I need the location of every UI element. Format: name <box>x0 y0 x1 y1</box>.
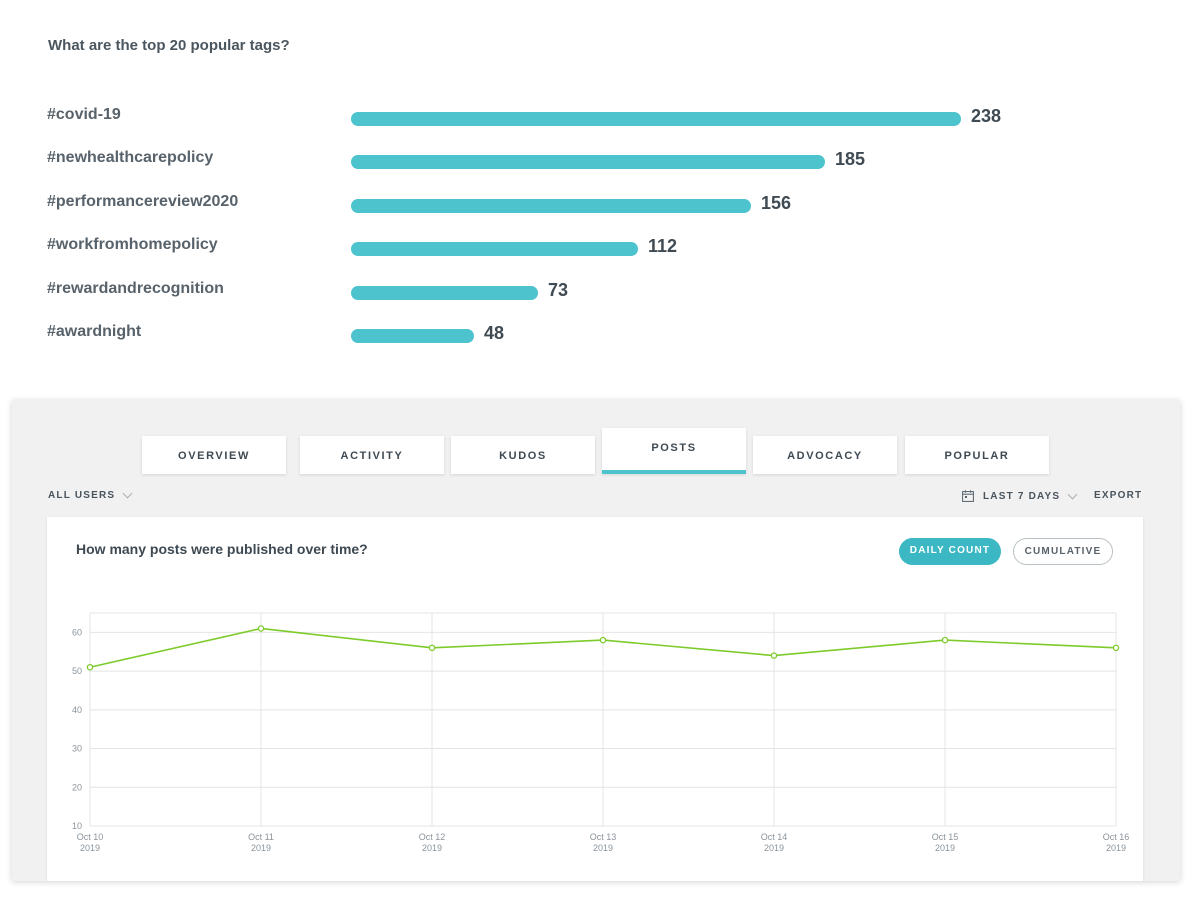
tag-value: 185 <box>835 149 866 169</box>
users-filter-dropdown[interactable]: ALL USERS <box>48 488 133 501</box>
tab-activity[interactable]: ACTIVITY <box>300 436 444 474</box>
y-tick-label: 60 <box>72 627 82 637</box>
posts-chart-card: How many posts were published over time?… <box>47 517 1143 881</box>
x-tick-label: Oct 14 <box>761 832 788 842</box>
tag-row: #performancereview2020 156 <box>0 193 1202 223</box>
analytics-panel: OVERVIEW ACTIVITY KUDOS POSTS ADVOCACY P… <box>12 400 1180 881</box>
tag-value: 73 <box>548 280 569 300</box>
y-tick-label: 10 <box>72 821 82 831</box>
tag-bar <box>351 199 751 213</box>
chevron-down-icon <box>122 488 133 499</box>
export-button[interactable]: EXPORT <box>1094 490 1142 501</box>
tag-label: #newhealthcarepolicy <box>47 149 214 166</box>
tag-row: #awardnight 48 <box>0 323 1202 353</box>
tag-label: #rewardandrecognition <box>47 280 224 297</box>
x-tick-year-label: 2019 <box>935 843 955 853</box>
data-point <box>770 652 778 659</box>
y-tick-label: 20 <box>72 782 82 792</box>
x-tick-year-label: 2019 <box>80 843 100 853</box>
tag-label: #awardnight <box>47 323 142 340</box>
tab-kudos[interactable]: KUDOS <box>451 436 595 474</box>
tag-bar <box>351 112 961 126</box>
x-tick-label: Oct 10 <box>77 832 104 842</box>
date-range-label: LAST 7 DAYS <box>983 490 1061 502</box>
x-tick-label: Oct 15 <box>932 832 959 842</box>
data-point <box>257 625 265 632</box>
tag-bar <box>351 329 474 343</box>
data-point <box>599 636 607 644</box>
x-tick-label: Oct 16 <box>1103 832 1130 842</box>
tab-posts[interactable]: POSTS <box>602 428 746 474</box>
popular-tags-section: What are the top 20 popular tags? #covid… <box>0 0 1202 380</box>
calendar-icon <box>962 490 974 502</box>
tab-advocacy[interactable]: ADVOCACY <box>753 436 897 474</box>
data-point <box>428 644 436 652</box>
x-tick-year-label: 2019 <box>422 843 442 853</box>
x-tick-year-label: 2019 <box>1106 843 1126 853</box>
tag-bar <box>351 242 638 256</box>
tag-bar <box>351 286 538 300</box>
y-tick-label: 40 <box>72 705 82 715</box>
tag-value: 238 <box>971 106 1002 126</box>
users-filter-label: ALL USERS <box>48 490 116 501</box>
date-range-dropdown[interactable]: LAST 7 DAYS <box>962 489 1078 502</box>
posts-line-chart: 102030405060Oct 102019Oct 112019Oct 1220… <box>72 612 1130 853</box>
tag-row: #covid-19 238 <box>0 106 1202 136</box>
tag-row: #rewardandrecognition 73 <box>0 280 1202 310</box>
tag-bar <box>351 155 825 169</box>
data-point <box>86 663 94 671</box>
x-tick-year-label: 2019 <box>593 843 613 853</box>
x-tick-year-label: 2019 <box>251 843 271 853</box>
data-point <box>941 636 949 644</box>
y-tick-label: 30 <box>72 744 82 754</box>
tab-overview[interactable]: OVERVIEW <box>142 436 286 474</box>
x-tick-year-label: 2019 <box>764 843 784 853</box>
chevron-down-icon <box>1067 489 1078 499</box>
tag-label: #performancereview2020 <box>47 193 239 210</box>
tag-label: #covid-19 <box>47 106 121 123</box>
tab-popular[interactable]: POPULAR <box>905 436 1049 474</box>
x-tick-label: Oct 13 <box>590 832 617 842</box>
popular-tags-title: What are the top 20 popular tags? <box>48 37 290 54</box>
y-tick-label: 50 <box>72 666 82 676</box>
tag-row: #workfromhomepolicy 112 <box>0 236 1202 266</box>
tag-value: 156 <box>761 193 792 213</box>
data-point <box>1112 644 1120 652</box>
tag-row: #newhealthcarepolicy 185 <box>0 149 1202 179</box>
tag-value: 112 <box>648 236 678 256</box>
tag-label: #workfromhomepolicy <box>47 236 218 253</box>
tag-value: 48 <box>484 323 505 343</box>
x-tick-label: Oct 12 <box>419 832 446 842</box>
x-tick-label: Oct 11 <box>248 832 274 842</box>
